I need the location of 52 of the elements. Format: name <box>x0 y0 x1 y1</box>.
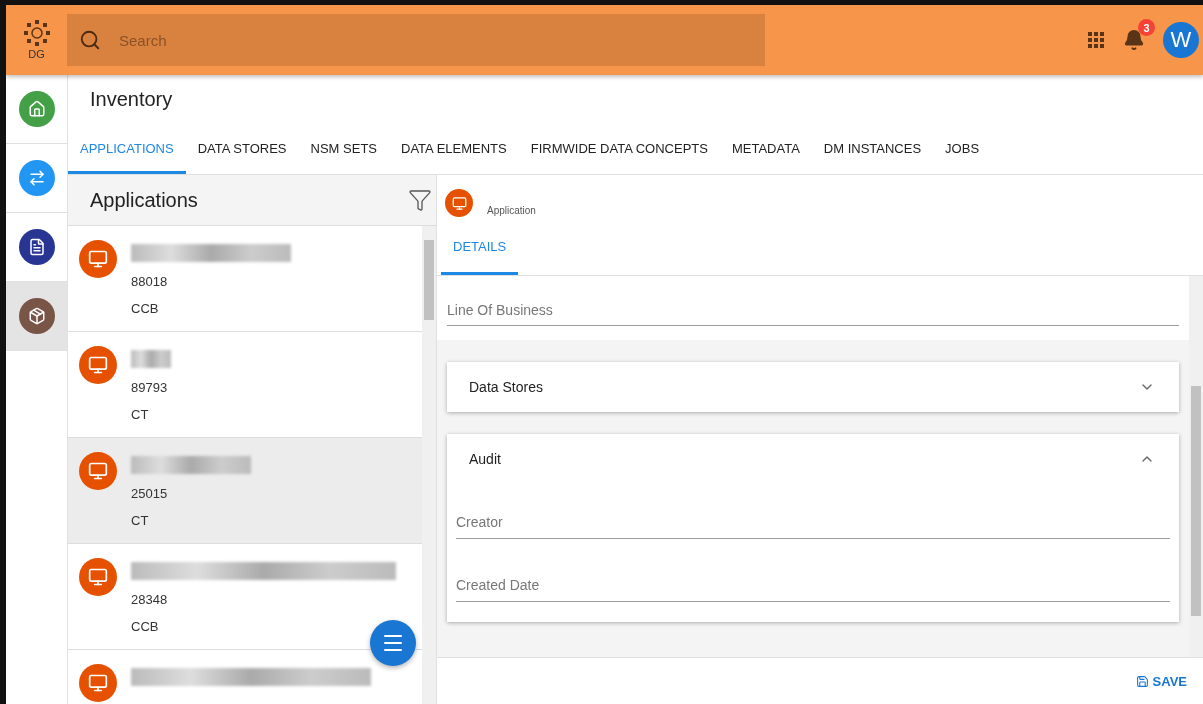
user-avatar[interactable]: W <box>1163 22 1199 58</box>
application-number: 88018 <box>131 274 169 289</box>
monitor-icon <box>88 567 108 587</box>
search-field[interactable]: Search <box>67 14 765 66</box>
notification-bell-icon[interactable] <box>1123 29 1145 51</box>
tab[interactable]: DM INSTANCES <box>811 126 934 174</box>
scrollbar[interactable] <box>422 226 436 704</box>
logo-text: DG <box>28 48 45 60</box>
document-nav-button[interactable] <box>18 229 55 265</box>
text-field[interactable]: Line Of Business <box>437 276 1189 340</box>
tab[interactable]: NSM SETS <box>298 126 389 174</box>
logo-icon <box>23 20 50 46</box>
notification-count: 3 <box>1138 19 1155 36</box>
scrollbar[interactable] <box>1189 276 1203 657</box>
monitor-icon <box>88 355 108 375</box>
monitor-icon <box>88 249 108 269</box>
search-icon <box>79 29 101 51</box>
blurred-text <box>131 350 171 368</box>
accordion-header[interactable]: Data Stores <box>447 362 1179 412</box>
package-icon <box>27 307 46 325</box>
page-title: Inventory <box>89 87 174 112</box>
home-icon <box>27 100 46 118</box>
tab[interactable]: DATA ELEMENTS <box>389 126 519 174</box>
tab[interactable]: METADATA <box>719 126 812 174</box>
monitor-icon <box>451 195 467 211</box>
text-field[interactable]: Creator <box>456 500 1170 539</box>
package-nav-button[interactable] <box>18 298 55 334</box>
panel-title: Applications <box>90 188 198 212</box>
tab[interactable]: DATA STORES <box>185 126 299 174</box>
accordion-header[interactable]: Audit <box>447 434 1179 484</box>
save-button[interactable]: SAVE <box>1129 672 1193 690</box>
tab[interactable]: JOBS <box>933 126 992 174</box>
record-type-label: Application <box>487 204 536 216</box>
application-group: CT <box>131 407 171 422</box>
document-icon <box>27 238 46 256</box>
home-nav-button[interactable] <box>18 91 55 127</box>
application-number: 28348 <box>131 592 169 607</box>
transfer-icon <box>27 169 46 187</box>
transfer-nav-button[interactable] <box>18 160 55 196</box>
monitor-icon <box>88 461 108 481</box>
application-group: CCB <box>131 301 291 316</box>
application-list-item[interactable]: 25015 CT <box>68 438 422 544</box>
save-icon <box>1135 674 1149 688</box>
application-group: CT <box>131 513 251 528</box>
filter-icon[interactable] <box>408 188 432 212</box>
application-group: CCB <box>131 619 396 634</box>
text-field[interactable]: Created Date <box>456 563 1170 602</box>
monitor-icon <box>88 673 108 693</box>
application-number: 25015 <box>131 486 169 501</box>
tab[interactable]: FIRMWIDE DATA CONCEPTS <box>518 126 720 174</box>
apps-grid-icon[interactable] <box>1087 31 1105 49</box>
application-number: 89793 <box>131 380 169 395</box>
